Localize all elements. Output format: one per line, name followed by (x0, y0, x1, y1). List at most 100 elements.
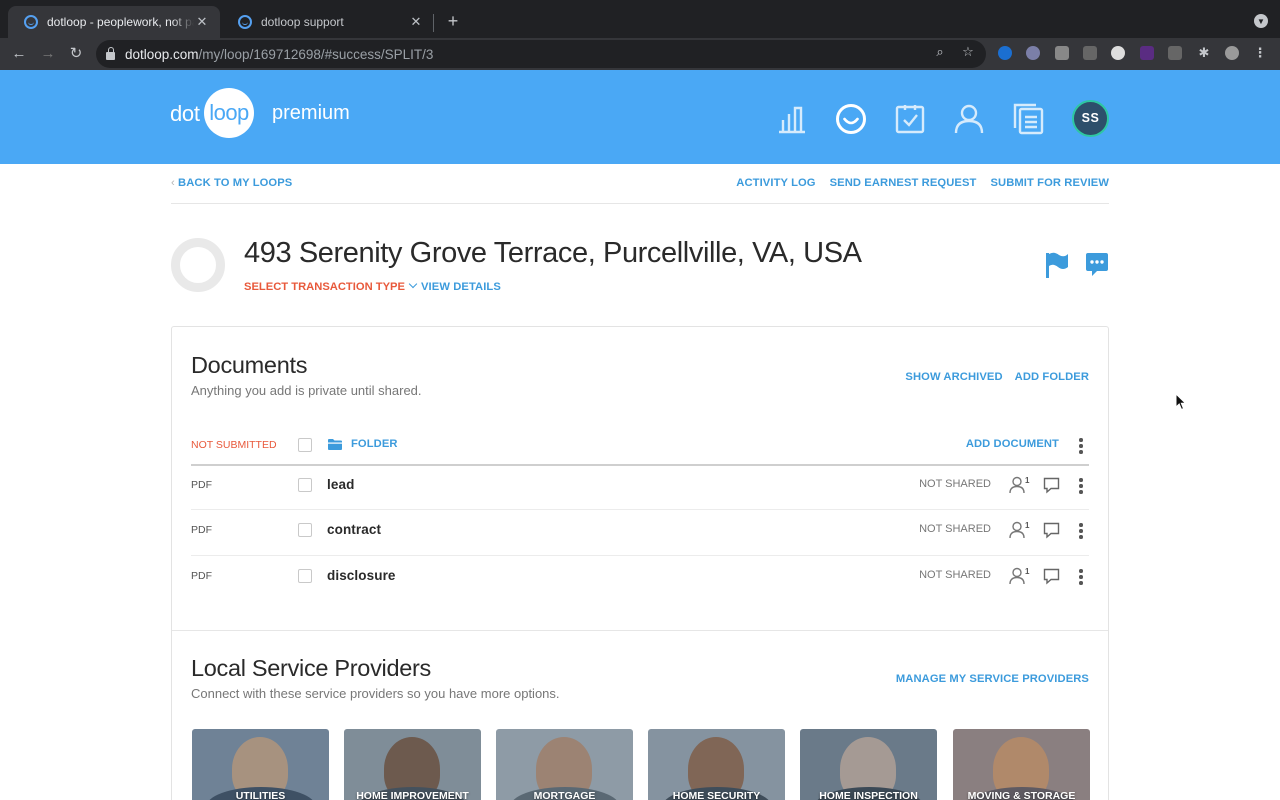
flag-icon[interactable] (1045, 252, 1069, 278)
lock-icon (106, 46, 115, 60)
service-providers-subtitle: Connect with these service providers so … (191, 686, 560, 701)
address-bar[interactable]: dotloop.com/my/loop/169712698/#success/S… (96, 40, 986, 68)
chat-bubble-icon[interactable] (1084, 252, 1110, 278)
dotloop-favicon-icon (238, 15, 252, 29)
participants-count: 1 (1025, 476, 1030, 485)
back-to-loops-link[interactable]: ‹ BACK TO MY LOOPS (171, 177, 292, 189)
service-providers-title: Local Service Providers (191, 655, 431, 681)
extension-me-icon[interactable] (1026, 46, 1040, 60)
forward-arrow-icon[interactable]: → (39, 45, 57, 63)
back-arrow-icon[interactable]: ← (10, 45, 28, 63)
provider-tile-label: UTILITIES (235, 790, 286, 800)
document-name-link[interactable]: disclosure (327, 568, 396, 583)
section-divider (172, 630, 1108, 631)
document-row-checkbox[interactable] (298, 569, 312, 583)
provider-tile-mortgage[interactable]: MORTGAGE (496, 729, 633, 800)
comment-icon[interactable] (1043, 477, 1060, 494)
row-divider (191, 509, 1089, 510)
row-divider (191, 555, 1089, 556)
mouse-cursor-icon (1175, 393, 1187, 411)
provider-tile-home-improvement[interactable]: HOME IMPROVEMENT (344, 729, 481, 800)
back-link-label: BACK TO MY LOOPS (178, 177, 293, 189)
provider-tile-moving-storage[interactable]: MOVING & STORAGE (953, 729, 1090, 800)
participants-person-icon[interactable]: 1 (1009, 521, 1031, 539)
documents-title: Documents (191, 352, 308, 378)
document-more-kebab-icon[interactable] (1079, 569, 1083, 585)
loop-actions-nav: ACTIVITY LOG SEND EARNEST REQUEST SUBMIT… (736, 177, 1109, 189)
reports-bar-chart-icon[interactable] (776, 103, 808, 135)
comment-icon[interactable] (1043, 522, 1060, 539)
close-tab-icon[interactable]: ✕ (408, 14, 424, 30)
send-earnest-request-link[interactable]: SEND EARNEST REQUEST (830, 177, 977, 189)
extensions-puzzle-icon[interactable]: ✱ (1197, 46, 1211, 60)
extension-s-icon[interactable] (1111, 46, 1125, 60)
document-name-link[interactable]: lead (327, 477, 354, 492)
extension-f-icon[interactable] (1168, 46, 1182, 60)
tab-title: dotloop - peoplework, not paperwork (47, 15, 194, 29)
tab-search-chevron-icon[interactable]: ▼ (1254, 14, 1268, 28)
close-tab-icon[interactable]: ✕ (194, 14, 210, 30)
add-document-link[interactable]: ADD DOCUMENT (966, 438, 1059, 450)
new-tab-plus-icon[interactable]: + (444, 11, 462, 31)
view-details-link[interactable]: VIEW DETAILS (421, 281, 501, 293)
contacts-person-icon[interactable] (953, 103, 985, 135)
document-more-kebab-icon[interactable] (1079, 523, 1083, 539)
add-folder-link[interactable]: ADD FOLDER (1015, 371, 1089, 383)
documents-actions: SHOW ARCHIVED ADD FOLDER (905, 371, 1089, 383)
extension-purple-icon[interactable] (1140, 46, 1154, 60)
share-status-label: NOT SHARED (919, 569, 991, 581)
folder-column-header[interactable]: FOLDER (351, 438, 398, 450)
url-domain: dotloop.com (125, 46, 199, 62)
tasks-checkbox-icon[interactable] (894, 103, 926, 135)
provider-tile-label: HOME INSPECTION (819, 790, 918, 800)
browser-tab-dotloop[interactable]: dotloop - peoplework, not paperwork ✕ (8, 6, 220, 38)
profile-avatar-icon[interactable] (1225, 46, 1239, 60)
document-type-label: PDF (191, 479, 212, 491)
provider-tile-label: HOME IMPROVEMENT (356, 790, 469, 800)
logo-premium-text: premium (272, 102, 350, 124)
provider-tile-label: MOVING & STORAGE (967, 790, 1076, 800)
participants-person-icon[interactable]: 1 (1009, 476, 1031, 494)
loop-progress-ring (171, 238, 225, 292)
extension-b-icon[interactable] (1055, 46, 1069, 60)
activity-log-link[interactable]: ACTIVITY LOG (736, 177, 815, 189)
folder-icon (328, 439, 342, 450)
chevron-down-icon (408, 279, 418, 289)
user-avatar[interactable]: SS (1072, 100, 1109, 137)
documents-more-kebab-icon[interactable] (1079, 438, 1083, 454)
bookmark-star-icon[interactable]: ☆ (961, 45, 975, 59)
provider-tile-home-security[interactable]: HOME SECURITY (648, 729, 785, 800)
document-row-checkbox[interactable] (298, 523, 312, 537)
tab-separator (433, 14, 434, 32)
document-row-checkbox[interactable] (298, 478, 312, 492)
share-status-label: NOT SHARED (919, 523, 991, 535)
loops-smile-icon[interactable] (835, 103, 867, 135)
templates-documents-icon[interactable] (1012, 103, 1044, 135)
comment-icon[interactable] (1043, 568, 1060, 585)
extension-circle-icon[interactable] (998, 46, 1012, 60)
chevron-left-icon: ‹ (171, 177, 179, 189)
divider (171, 203, 1109, 204)
extension-k-icon[interactable] (1083, 46, 1097, 60)
app-header: dot loop premium SS (0, 70, 1280, 164)
logo-loop-circle: loop (204, 88, 254, 138)
transaction-type-label: SELECT TRANSACTION TYPE (244, 281, 405, 293)
document-name-link[interactable]: contract (327, 522, 381, 537)
manage-service-providers-link[interactable]: MANAGE MY SERVICE PROVIDERS (896, 673, 1089, 685)
select-transaction-type-dropdown[interactable]: SELECT TRANSACTION TYPE (244, 279, 418, 293)
zoom-magnifier-icon[interactable]: ⌕ (933, 45, 947, 59)
participants-count: 1 (1025, 567, 1030, 576)
browser-menu-kebab-icon[interactable]: ⋮ (1253, 46, 1267, 60)
browser-tabstrip: dotloop - peoplework, not paperwork ✕ do… (0, 0, 1280, 38)
provider-tile-utilities[interactable]: UTILITIES (192, 729, 329, 800)
submit-for-review-link[interactable]: SUBMIT FOR REVIEW (990, 177, 1109, 189)
browser-tab-support[interactable]: dotloop support ✕ (222, 6, 434, 38)
provider-tile-home-inspection[interactable]: HOME INSPECTION (800, 729, 937, 800)
url-path: /my/loop/169712698/#success/SPLIT/3 (198, 46, 434, 62)
select-all-checkbox[interactable] (298, 438, 312, 452)
show-archived-link[interactable]: SHOW ARCHIVED (905, 371, 1002, 383)
reload-icon[interactable]: ↻ (67, 45, 85, 63)
status-column-header: NOT SUBMITTED (191, 439, 277, 451)
participants-person-icon[interactable]: 1 (1009, 567, 1031, 585)
document-more-kebab-icon[interactable] (1079, 478, 1083, 494)
